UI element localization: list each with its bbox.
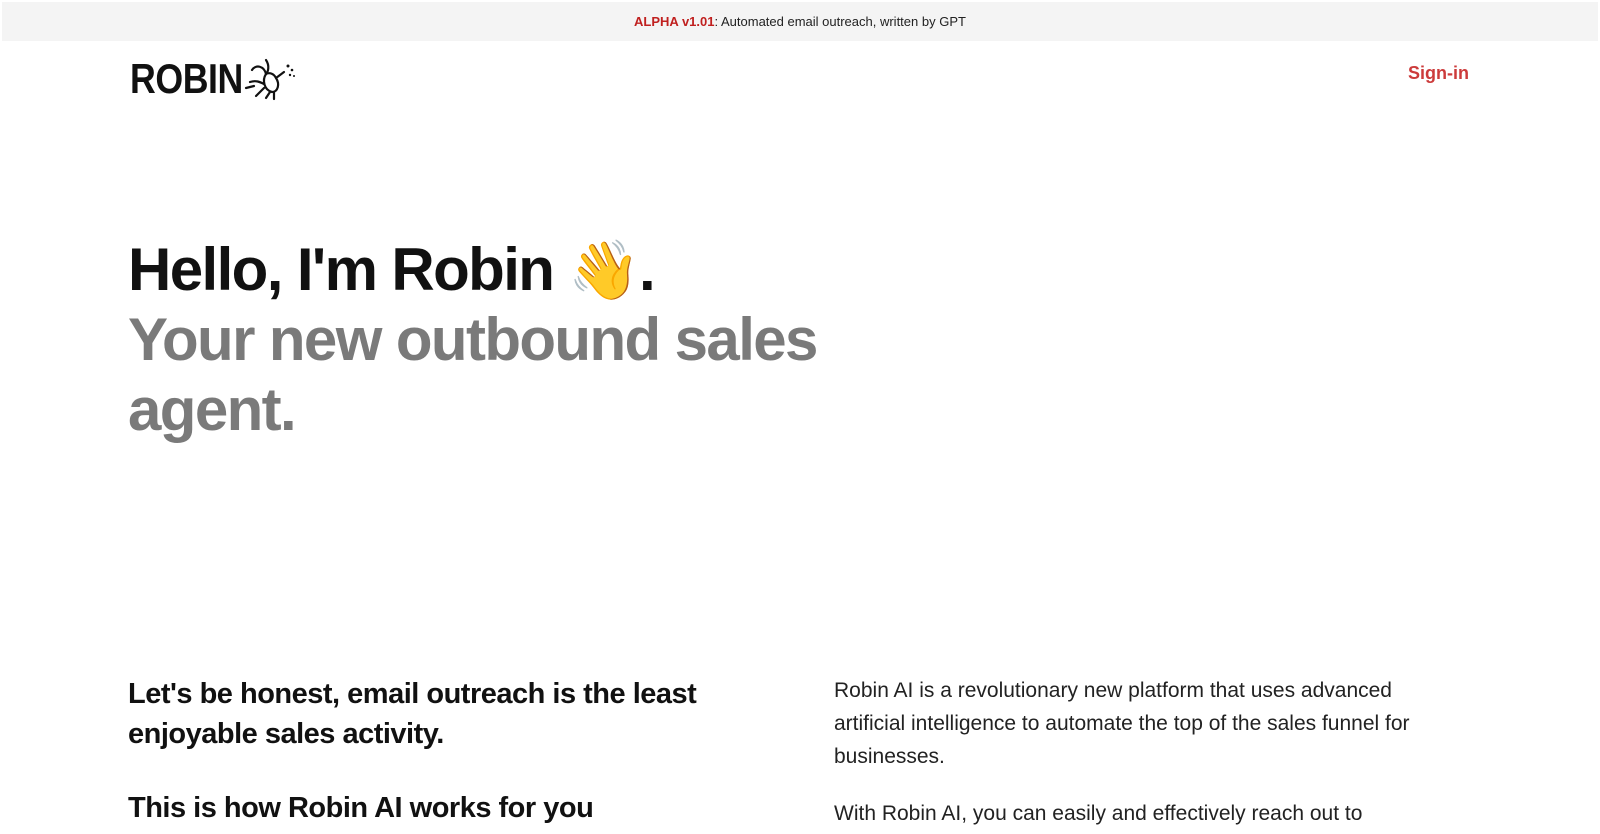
hero-title: Hello, I'm Robin 👋. xyxy=(128,236,888,305)
waving-hand-icon: 👋 xyxy=(568,238,640,303)
site-header: ROBIN Sign-in xyxy=(0,41,1600,116)
intro-paragraph: Robin AI is a revolutionary new platform… xyxy=(834,679,1410,768)
hero-greeting: Hello, I'm Robin xyxy=(128,236,555,303)
intro-left-column: Let's be honest, email outreach is the l… xyxy=(128,674,748,828)
sign-in-link[interactable]: Sign-in xyxy=(1408,63,1469,84)
announcement-banner: ALPHA v1.01 : Automated email outreach, … xyxy=(2,2,1598,41)
intro-right-column: Robin AI is a revolutionary new platform… xyxy=(834,674,1464,830)
version-tag: ALPHA v1.01 xyxy=(634,14,715,29)
intro-paragraph-2: With Robin AI, you can easily and effect… xyxy=(834,802,1363,825)
hero-greeting-end: . xyxy=(639,236,656,303)
hero-section: Hello, I'm Robin 👋. Your new outbound sa… xyxy=(128,236,888,445)
logo-text: ROBIN xyxy=(130,55,243,102)
banner-text: : Automated email outreach, written by G… xyxy=(714,14,966,29)
robin-bird-icon xyxy=(244,56,296,102)
how-it-works-heading: This is how Robin AI works for you xyxy=(128,792,594,824)
logo[interactable]: ROBIN xyxy=(130,55,296,103)
hero-subtitle: Your new outbound sales agent. xyxy=(128,306,818,443)
intro-heading: Let's be honest, email outreach is the l… xyxy=(128,678,697,750)
